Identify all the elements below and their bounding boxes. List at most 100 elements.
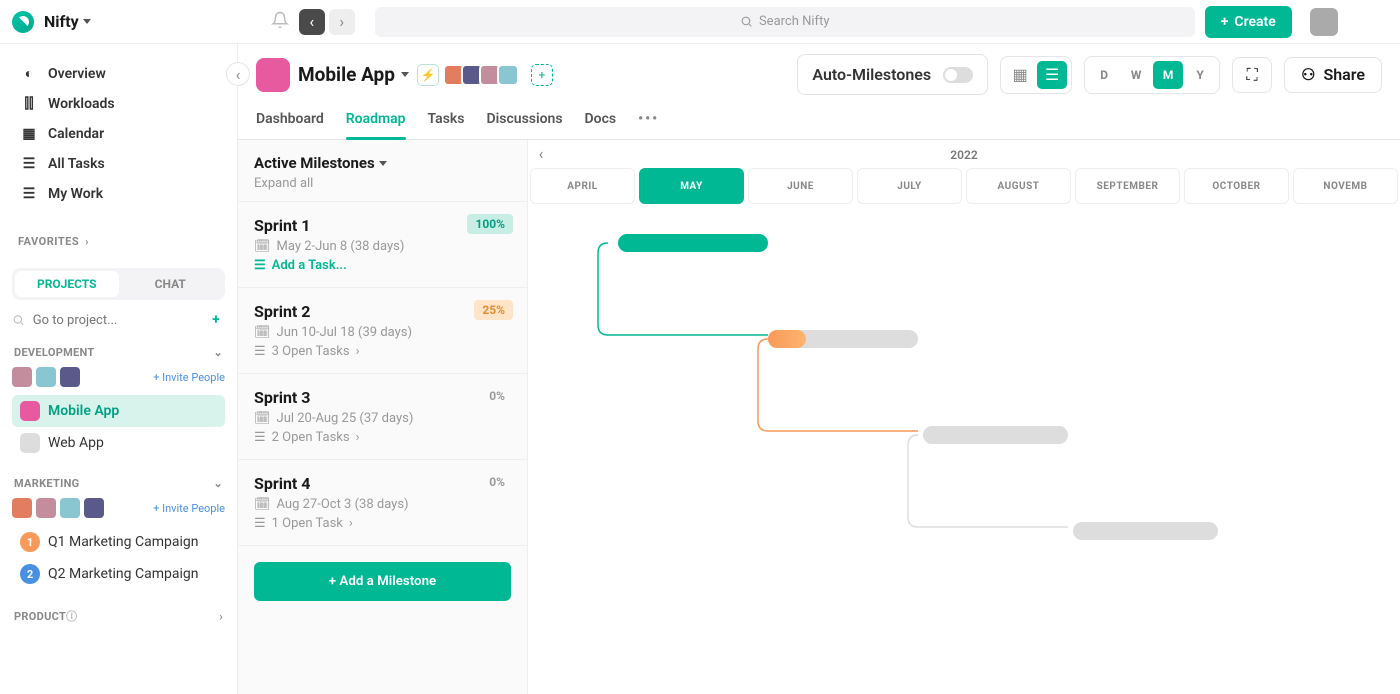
sidebar-item-workloads[interactable]: ⫿⫿Workloads <box>12 89 225 119</box>
info-icon: ⓘ <box>66 608 77 624</box>
chevron-right-icon: › <box>356 344 360 359</box>
sidebar-item-my-work[interactable]: ☰My Work <box>12 179 225 209</box>
month-may[interactable]: MAY <box>639 168 744 204</box>
list-icon: ☰ <box>20 186 38 202</box>
gantt-chart[interactable]: ‹ 2022 APRIL MAY JUNE JULY AUGUST SEPTEM… <box>528 140 1400 694</box>
calendar-icon: 🗓 <box>254 325 271 340</box>
project-number-badge: 2 <box>20 564 40 584</box>
month-august[interactable]: AUGUST <box>966 168 1071 204</box>
favorites-header[interactable]: FAVORITES › <box>12 229 225 254</box>
milestone-item[interactable]: Sprint 4 🗓Aug 27-Oct 3 (38 days) ☰1 Open… <box>238 460 527 546</box>
topbar: Nifty ‹ › Search Nifty + Create <box>0 0 1400 44</box>
month-april[interactable]: APRIL <box>530 168 635 204</box>
avatar <box>36 498 56 518</box>
month-november[interactable]: NOVEMB <box>1293 168 1398 204</box>
project-color-icon <box>20 401 40 421</box>
grid-view-button[interactable]: ▦ <box>1005 61 1035 89</box>
project-q2-marketing[interactable]: 2Q2 Marketing Campaign <box>12 558 225 590</box>
gantt-bar-sprint3[interactable] <box>923 426 1068 444</box>
project-mobile-app[interactable]: Mobile App <box>12 395 225 427</box>
invite-people-link[interactable]: + Invite People <box>153 502 225 515</box>
tab-more[interactable]: ••• <box>638 101 659 139</box>
milestone-dates: May 2-Jun 8 (38 days) <box>277 239 405 254</box>
expand-all-button[interactable]: Expand all <box>254 176 511 191</box>
avatar <box>84 498 104 518</box>
tab-tasks[interactable]: Tasks <box>428 101 465 139</box>
milestone-item[interactable]: Sprint 3 🗓Jul 20-Aug 25 (37 days) ☰2 Ope… <box>238 374 527 460</box>
nav-arrows: ‹ › <box>299 9 355 35</box>
milestone-item[interactable]: Sprint 2 🗓Jun 10-Jul 18 (39 days) ☰3 Ope… <box>238 288 527 374</box>
toggle-icon <box>943 67 973 83</box>
add-task-link[interactable]: Add a Task... <box>272 258 347 273</box>
progress-badge: 25% <box>474 300 513 320</box>
section-marketing[interactable]: MARKETING⌄ <box>12 473 225 496</box>
nav-forward-button[interactable]: › <box>329 9 355 35</box>
gantt-bar-sprint1[interactable] <box>618 234 768 252</box>
milestone-name: Sprint 2 <box>254 302 511 321</box>
section-product[interactable]: PRODUCT ⓘ› <box>12 604 225 630</box>
user-avatar[interactable] <box>1310 8 1338 36</box>
share-button[interactable]: ⚇Share <box>1284 57 1382 93</box>
list-icon: ☰ <box>254 344 266 359</box>
add-project-button[interactable]: + <box>207 310 225 330</box>
tab-dashboard[interactable]: Dashboard <box>256 101 324 139</box>
add-milestone-button[interactable]: + Add a Milestone <box>254 562 511 601</box>
fullscreen-button[interactable]: ⛶ <box>1232 57 1272 93</box>
progress-badge: 100% <box>467 214 513 234</box>
search-placeholder: Search Nifty <box>759 14 830 29</box>
milestones-title[interactable]: Active Milestones <box>254 154 511 172</box>
goto-input[interactable] <box>33 313 199 328</box>
tab-docs[interactable]: Docs <box>585 101 617 139</box>
notifications-icon[interactable] <box>271 11 289 33</box>
sidebar-item-calendar[interactable]: ▦Calendar <box>12 119 225 149</box>
progress-badge: 0% <box>481 386 513 406</box>
scale-day[interactable]: D <box>1089 61 1119 89</box>
month-september[interactable]: SEPTEMBER <box>1075 168 1180 204</box>
tab-chat[interactable]: CHAT <box>119 271 223 297</box>
search-input[interactable]: Search Nifty <box>375 7 1195 37</box>
scale-year[interactable]: Y <box>1185 61 1215 89</box>
month-june[interactable]: JUNE <box>748 168 853 204</box>
collapse-sidebar-button[interactable]: ‹ <box>226 62 250 86</box>
calendar-icon: 🗓 <box>254 411 271 426</box>
project-web-app[interactable]: Web App <box>12 427 225 459</box>
list-view-button[interactable]: ☰ <box>1037 61 1067 89</box>
milestone-item[interactable]: Sprint 1 🗓May 2-Jun 8 (38 days) ☰Add a T… <box>238 202 527 288</box>
sidebar-item-all-tasks[interactable]: ☰All Tasks <box>12 149 225 179</box>
auto-milestones-toggle[interactable]: Auto-Milestones <box>797 54 988 95</box>
chevron-right-icon: › <box>219 610 223 623</box>
tab-discussions[interactable]: Discussions <box>487 101 563 139</box>
chevron-down-icon <box>83 19 91 24</box>
project-title[interactable]: Mobile App <box>298 63 409 86</box>
add-member-button[interactable]: + <box>531 64 553 86</box>
tab-roadmap[interactable]: Roadmap <box>346 101 406 139</box>
section-development[interactable]: DEVELOPMENT⌄ <box>12 342 225 365</box>
create-button[interactable]: + Create <box>1205 6 1292 38</box>
project-q1-marketing[interactable]: 1Q1 Marketing Campaign <box>12 526 225 558</box>
sidebar-item-overview[interactable]: ◐Overview <box>12 58 225 89</box>
avatar <box>60 367 80 387</box>
invite-people-link[interactable]: + Invite People <box>153 371 225 384</box>
avatar <box>36 367 56 387</box>
view-switcher: ▦ ☰ <box>1000 56 1072 94</box>
project-tabs: Dashboard Roadmap Tasks Discussions Docs… <box>256 101 1382 139</box>
nav-back-button[interactable]: ‹ <box>299 9 325 35</box>
month-october[interactable]: OCTOBER <box>1184 168 1289 204</box>
milestone-dates: Jul 20-Aug 25 (37 days) <box>277 411 414 426</box>
chevron-down-icon <box>379 161 387 166</box>
gantt-bar-sprint4[interactable] <box>1073 522 1218 540</box>
tab-projects[interactable]: PROJECTS <box>15 271 119 297</box>
chevron-right-icon: › <box>356 430 360 445</box>
project-icon <box>256 58 290 92</box>
brand-name[interactable]: Nifty <box>44 12 91 31</box>
milestone-dates: Aug 27-Oct 3 (38 days) <box>277 497 409 512</box>
calendar-icon: 🗓 <box>254 239 271 254</box>
dev-people: + Invite People <box>12 367 225 387</box>
month-july[interactable]: JULY <box>857 168 962 204</box>
scale-week[interactable]: W <box>1121 61 1151 89</box>
scale-month[interactable]: M <box>1153 61 1183 89</box>
project-number-badge: 1 <box>20 532 40 552</box>
member-avatars[interactable] <box>447 64 519 86</box>
automation-button[interactable]: ⚡ <box>417 64 439 86</box>
project-header: ‹ Mobile App ⚡ + Auto-Milestones ▦ ☰ D W… <box>238 44 1400 140</box>
